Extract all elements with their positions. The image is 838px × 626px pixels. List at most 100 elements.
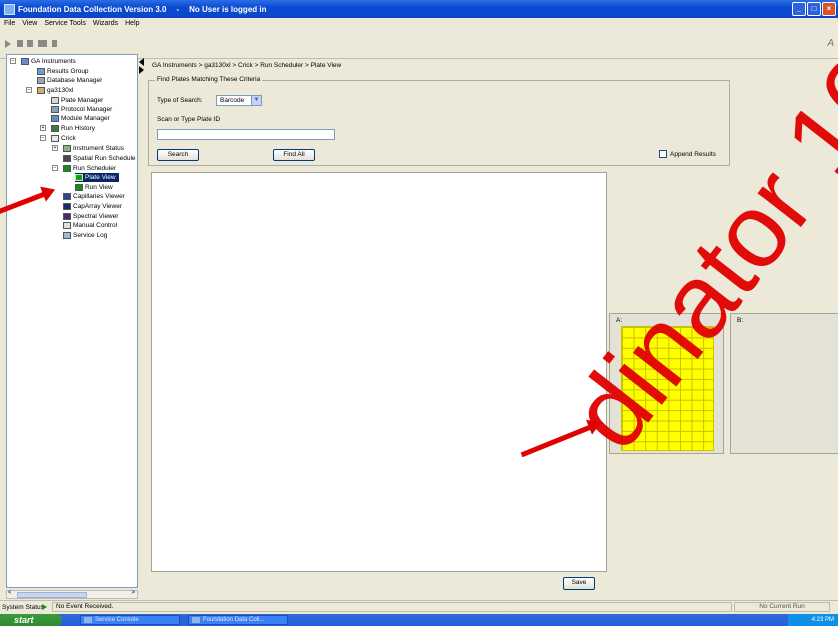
close-icon[interactable]: × xyxy=(822,2,836,16)
plate-id-label: Scan or Type Plate ID xyxy=(157,116,221,123)
checkbox-box[interactable] xyxy=(659,150,667,158)
tree-item-database-manager[interactable]: Database Manager xyxy=(37,76,102,85)
find-all-button[interactable]: Find All xyxy=(273,149,315,161)
protocol-manager-icon xyxy=(51,106,59,113)
tree-horizontal-scrollbar[interactable]: < > xyxy=(6,590,138,599)
plate-b-panel[interactable]: B: xyxy=(730,313,838,454)
append-results-checkbox[interactable]: Append Results xyxy=(659,150,716,158)
system-status-label: System Status xyxy=(2,604,44,611)
tree-item-label: Results Group xyxy=(47,68,89,75)
tree-item-label: Crick xyxy=(61,135,76,142)
tree-item-instrument-status[interactable]: + Instrument Status xyxy=(52,144,124,153)
chevron-down-icon[interactable]: ▼ xyxy=(251,96,261,105)
pause-run-icon[interactable] xyxy=(52,40,57,47)
expand-panel-icon[interactable] xyxy=(139,66,144,74)
tree-item-ga-instruments[interactable]: − GA Instruments xyxy=(10,57,76,66)
tree-item-crick[interactable]: − Crick xyxy=(40,134,76,143)
plate-a-panel[interactable]: A: xyxy=(609,313,724,454)
taskbar-item-label: Service Console xyxy=(95,617,139,623)
pause-icon[interactable] xyxy=(17,40,23,47)
find-plates-panel: Find Plates Matching These Criteria Type… xyxy=(148,76,730,166)
collapse-icon[interactable]: − xyxy=(26,87,32,93)
collapse-panel-icon[interactable] xyxy=(139,58,144,66)
tree-item-label: GA Instruments xyxy=(31,58,76,65)
skip-icon[interactable] xyxy=(38,40,47,47)
plate-a-wells[interactable] xyxy=(621,326,714,451)
scrollbar-thumb[interactable] xyxy=(17,592,87,598)
taskbar-item-label: Foundation Data Coll... xyxy=(203,617,265,623)
plate-view-icon xyxy=(75,174,83,181)
instrument-status-icon xyxy=(63,145,71,152)
tree-item-label: ga3130xl xyxy=(47,87,74,94)
tree-item-module-manager[interactable]: Module Manager xyxy=(51,114,110,123)
window-title: Foundation Data Collection Version 3.0 xyxy=(18,4,167,14)
tree-item-label: Service Log xyxy=(73,232,108,239)
clock: 4:23 PM xyxy=(811,617,834,623)
menu-service-tools[interactable]: Service Tools xyxy=(44,18,86,29)
tree-item-capillaries-viewer[interactable]: Capillaries Viewer xyxy=(63,192,125,201)
tree-item-protocol-manager[interactable]: Protocol Manager xyxy=(51,105,112,114)
user-status: No User is logged in xyxy=(189,4,267,14)
module-manager-icon xyxy=(51,115,59,122)
run-icon[interactable] xyxy=(5,40,11,48)
stop-icon[interactable] xyxy=(27,40,33,47)
tree-item-manual-control[interactable]: Manual Control xyxy=(63,221,117,230)
tree-item-plate-view[interactable]: Plate View xyxy=(75,173,119,182)
foundation-data-icon xyxy=(192,617,200,623)
tree-item-label: CapArray Viewer xyxy=(73,203,123,210)
menu-file[interactable]: File xyxy=(4,18,15,29)
manual-control-icon xyxy=(63,222,71,229)
taskbar-item-foundation-data[interactable]: Foundation Data Coll... xyxy=(188,615,288,625)
scroll-left-icon[interactable]: < xyxy=(8,590,12,596)
tree-item-label: Database Manager xyxy=(47,77,103,84)
scroll-right-icon[interactable]: > xyxy=(131,590,135,596)
toolbar-right-glyph: A xyxy=(827,38,834,49)
save-button[interactable]: Save xyxy=(563,577,595,590)
search-button[interactable]: Search xyxy=(157,149,199,161)
plate-viewer-area xyxy=(151,172,607,572)
caparray-viewer-icon xyxy=(63,203,71,210)
menu-view[interactable]: View xyxy=(22,18,37,29)
maximize-icon[interactable]: □ xyxy=(807,2,821,16)
tree-item-spectral-viewer[interactable]: Spectral Viewer xyxy=(63,212,118,221)
tree-item-label: Run Scheduler xyxy=(73,165,116,172)
menu-help[interactable]: Help xyxy=(125,18,139,29)
tree-item-run-view[interactable]: Run View xyxy=(75,183,113,192)
tree-item-results-group[interactable]: Results Group xyxy=(37,67,89,76)
instruments-icon xyxy=(21,58,29,65)
collapse-icon[interactable]: − xyxy=(52,165,58,171)
tree-item-label: Module Manager xyxy=(61,115,110,122)
expand-icon[interactable]: + xyxy=(40,125,46,131)
menu-wizards[interactable]: Wizards xyxy=(93,18,118,29)
title-separator: - xyxy=(176,4,180,14)
expand-icon[interactable]: + xyxy=(52,145,58,151)
taskbar-item-service-console[interactable]: Service Console xyxy=(80,615,180,625)
search-type-select[interactable]: Barcode ▼ xyxy=(216,95,262,106)
tree-item-run-history[interactable]: + Run History xyxy=(40,124,95,133)
tree-item-label: Plate Manager xyxy=(61,97,104,104)
service-log-icon xyxy=(63,232,71,239)
plate-a-label: A: xyxy=(616,317,623,324)
status-play-icon[interactable] xyxy=(42,604,47,610)
tree-item-caparray-viewer[interactable]: CapArray Viewer xyxy=(63,202,122,211)
current-run-status: No Current Run xyxy=(734,602,830,612)
minimize-icon[interactable]: _ xyxy=(792,2,806,16)
spectral-viewer-icon xyxy=(63,213,71,220)
tree-item-run-scheduler[interactable]: − Run Scheduler xyxy=(52,164,116,173)
tree-item-plate-manager[interactable]: Plate Manager xyxy=(51,96,103,105)
breadcrumb: GA Instruments > ga3130xl > Crick > Run … xyxy=(152,62,342,69)
navigation-tree[interactable]: − GA Instruments Results Group Database … xyxy=(6,54,138,588)
tree-item-ga3130xl[interactable]: − ga3130xl xyxy=(26,86,74,95)
type-of-search-label: Type of Search: xyxy=(157,97,203,104)
plate-id-input[interactable] xyxy=(157,129,335,140)
collapse-icon[interactable]: − xyxy=(10,58,16,64)
run-view-icon xyxy=(75,184,83,191)
plate-b-label: B: xyxy=(737,317,744,324)
start-button[interactable]: start xyxy=(0,614,62,626)
search-type-value: Barcode xyxy=(220,97,245,104)
tree-item-service-log[interactable]: Service Log xyxy=(63,231,107,240)
spatial-run-icon xyxy=(63,155,71,162)
tree-item-spatial-run-schedule[interactable]: Spatial Run Schedule xyxy=(63,154,136,163)
collapse-icon[interactable]: − xyxy=(40,135,46,141)
capillaries-viewer-icon xyxy=(63,193,71,200)
